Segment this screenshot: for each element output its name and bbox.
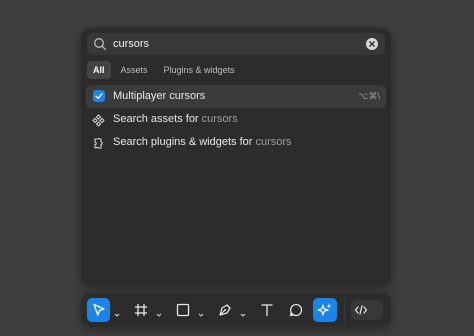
tab-all[interactable]: All: [87, 61, 111, 79]
chevron-down-icon[interactable]: [156, 306, 162, 317]
checkbox-checked-icon[interactable]: [93, 90, 105, 102]
filter-tabs: All Assets Plugins & widgets: [87, 61, 241, 79]
chevron-down-icon[interactable]: [114, 306, 120, 317]
clear-search-button[interactable]: [366, 38, 378, 50]
pen-icon: [219, 304, 231, 316]
keyboard-shortcut: ⌥⌘\: [358, 91, 380, 101]
quick-actions-panel: All Assets Plugins & widgets Multiplayer…: [81, 28, 391, 286]
text-icon: [261, 304, 273, 316]
dev-mode-toggle[interactable]: [351, 300, 383, 320]
frame-icon: [135, 304, 147, 316]
results-list: Multiplayer cursors ⌥⌘\ Search assets fo…: [86, 85, 386, 154]
result-label: Multiplayer cursors: [113, 90, 206, 102]
result-search-assets[interactable]: Search assets for cursors: [86, 108, 386, 131]
cursor-icon: [93, 303, 105, 316]
text-tool-button[interactable]: [255, 298, 279, 322]
code-icon: [354, 305, 368, 315]
result-multiplayer-cursors[interactable]: Multiplayer cursors ⌥⌘\: [86, 85, 386, 108]
chevron-down-icon[interactable]: [198, 306, 204, 317]
search-icon: [93, 37, 107, 51]
search-input[interactable]: [113, 33, 353, 55]
result-query: cursors: [201, 113, 238, 125]
result-label: Search plugins & widgets for cursors: [113, 131, 292, 154]
chevron-down-icon[interactable]: [240, 306, 246, 317]
frame-tool-button[interactable]: [129, 298, 153, 322]
bottom-toolbar: [81, 293, 391, 327]
result-search-plugins[interactable]: Search plugins & widgets for cursors: [86, 131, 386, 154]
comment-tool-button[interactable]: [284, 298, 308, 322]
sparkle-icon: [317, 303, 332, 316]
actions-tool-button[interactable]: [313, 298, 337, 322]
toolbar-divider: [344, 297, 345, 323]
move-tool-button[interactable]: [87, 298, 110, 322]
tab-assets[interactable]: Assets: [115, 61, 154, 79]
result-prefix: Search plugins & widgets for: [113, 136, 253, 148]
pen-tool-button[interactable]: [213, 298, 237, 322]
comment-icon: [289, 303, 303, 317]
search-bar: [87, 33, 385, 55]
result-prefix: Search assets for: [113, 113, 199, 125]
component-icon: [92, 113, 105, 127]
rectangle-icon: [176, 303, 190, 317]
tab-plugins-widgets[interactable]: Plugins & widgets: [158, 61, 241, 79]
shape-tool-button[interactable]: [171, 298, 195, 322]
result-query: cursors: [255, 136, 292, 148]
plugin-icon: [92, 136, 105, 149]
result-label: Search assets for cursors: [113, 108, 238, 131]
